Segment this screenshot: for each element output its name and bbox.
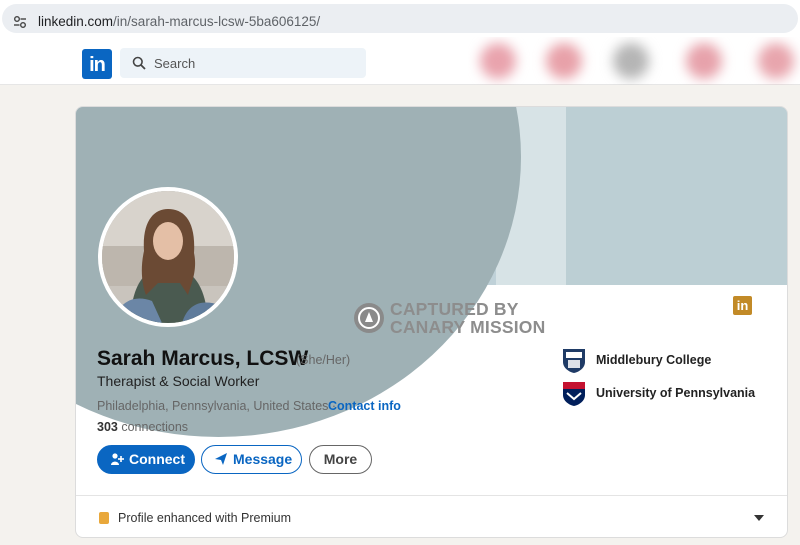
send-icon <box>215 452 227 465</box>
chevron-down-icon[interactable] <box>754 515 764 521</box>
blurred-nav-icon <box>546 43 582 79</box>
linkedin-top-nav: in Search <box>0 37 800 85</box>
canary-logo-icon <box>354 303 384 333</box>
profile-headline: Therapist & Social Worker <box>97 373 260 389</box>
connect-label: Connect <box>129 451 185 467</box>
section-divider <box>76 495 787 496</box>
watermark-line2: CANARY MISSION <box>390 317 546 337</box>
profile-name: Sarah Marcus, LCSW <box>97 347 309 370</box>
more-button[interactable]: More <box>309 445 372 474</box>
message-label: Message <box>233 451 293 467</box>
education-name: Middlebury College <box>596 353 712 367</box>
linkedin-badge-icon[interactable]: in <box>733 296 752 315</box>
blurred-nav-icon <box>613 43 649 79</box>
profile-pronouns: (She/Her) <box>296 353 351 367</box>
browser-address-bar: linkedin.com/in/sarah-marcus-lcsw-5ba606… <box>0 0 800 37</box>
contact-info-link[interactable]: Contact info <box>328 399 401 413</box>
blurred-nav-icon <box>758 43 794 79</box>
url-field[interactable]: linkedin.com/in/sarah-marcus-lcsw-5ba606… <box>2 4 798 33</box>
blurred-nav-icons <box>468 37 800 85</box>
profile-card: CAPTURED BY CANARY MISSION in Sarah Marc… <box>75 106 788 538</box>
connections-count[interactable]: 303 connections <box>97 420 188 434</box>
penn-shield-icon <box>563 382 585 406</box>
search-icon <box>132 56 146 70</box>
search-box[interactable]: Search <box>120 48 366 78</box>
profile-location: Philadelphia, Pennsylvania, United State… <box>97 399 337 413</box>
connect-button[interactable]: Connect <box>97 445 195 474</box>
site-settings-icon[interactable] <box>13 15 27 29</box>
url-text[interactable]: linkedin.com/in/sarah-marcus-lcsw-5ba606… <box>38 14 320 29</box>
banner-right-panel <box>566 107 787 285</box>
premium-label: Profile enhanced with Premium <box>118 511 291 525</box>
education-name: University of Pennsylvania <box>596 386 756 400</box>
message-button[interactable]: Message <box>201 445 302 474</box>
premium-icon <box>99 512 109 524</box>
search-input[interactable]: Search <box>154 56 195 71</box>
middlebury-shield-icon <box>563 349 585 373</box>
profile-photo-image <box>102 191 234 323</box>
watermark-text: CAPTURED BY CANARY MISSION <box>390 300 545 336</box>
url-path: /in/sarah-marcus-lcsw-5ba606125/ <box>113 14 321 29</box>
add-person-icon <box>111 453 124 465</box>
profile-photo[interactable] <box>98 187 238 327</box>
linkedin-logo-icon[interactable]: in <box>82 49 112 79</box>
connections-label: connections <box>117 420 189 434</box>
blurred-nav-icon <box>686 43 722 79</box>
watermark-line1: CAPTURED BY <box>390 299 519 319</box>
url-domain: linkedin.com <box>38 14 114 29</box>
blurred-nav-icon <box>480 43 516 79</box>
connections-number: 303 <box>97 420 118 434</box>
